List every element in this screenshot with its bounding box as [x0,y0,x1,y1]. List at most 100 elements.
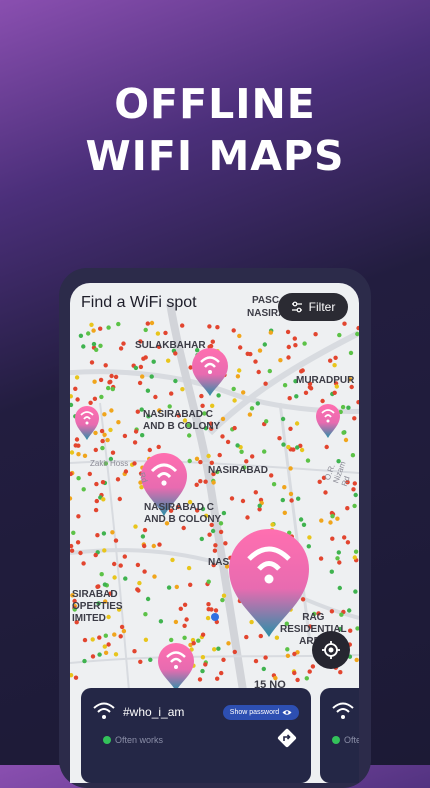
wifi-spot-dot [285,653,291,658]
wifi-spot-dot [217,452,222,458]
wifi-spot-dot [221,657,226,662]
wifi-spot-dot [335,516,340,521]
wifi-spot-dot [280,497,285,503]
wifi-spot-dot [197,677,203,682]
wifi-spot-dot [94,498,99,504]
wifi-spot-dot [112,632,117,637]
wifi-spot-dot [166,358,171,363]
wifi-spot-dot [337,332,342,338]
wifi-spot-dot [307,669,312,674]
wifi-spot-dot [235,443,240,448]
show-password-button[interactable]: Show password [223,705,299,720]
wifi-spot-dot [330,514,335,519]
wifi-spot-dot [117,496,122,502]
search-placeholder[interactable]: Find a WiFi spot [81,294,197,312]
wifi-spot-dot [255,401,260,406]
wifi-spot-dot [75,397,80,402]
wifi-spot-dot [282,383,288,388]
wifi-spot-dot [89,322,94,327]
wifi-spot-dot [182,602,188,607]
wifi-spot-dot [137,380,143,386]
wifi-spot-dot [143,327,148,333]
wifi-spot-dot [303,390,309,395]
wifi-spot-dot [138,364,144,370]
wifi-spot-dot [306,544,311,549]
wifi-spot-dot [135,409,140,414]
map-label-nas: NAS [208,557,230,568]
wifi-spot-dot [353,589,358,594]
wifi-spot-dot [219,670,224,676]
wifi-spot-dot [288,466,293,471]
wifi-spot-dot [149,320,155,326]
wifi-spot-dot [294,421,300,426]
wifi-spot-dot [122,433,128,439]
wifi-spot-dot [140,433,145,438]
map-label-sirabad: SIRABAD OPERTIES IMITED [72,589,123,625]
wifi-spot-dot [70,402,74,408]
wifi-spot-dot [256,369,261,375]
filter-button[interactable]: Filter [278,293,348,321]
wifi-spot-dot [292,336,297,341]
wifi-spot-dot [101,497,106,502]
wifi-spot-dot [194,482,199,487]
wifi-spot-dot [310,664,316,669]
wifi-spot-dot [187,458,192,464]
wifi-spot-dot [88,400,93,405]
wifi-spot-dot [199,393,204,399]
wifi-spot-dot [247,412,253,417]
wifi-spot-dot [123,576,128,581]
wifi-spot-dot [106,385,111,391]
wifi-spot-dot [156,444,161,450]
wifi-spot-dot [324,444,329,450]
my-location-button[interactable] [312,631,350,669]
map-label-nasirabad-colony-2: NASIRABAD C AND B COLONY [144,502,221,526]
wifi-spot-dot [318,556,324,561]
wifi-icon [93,702,115,719]
wifi-spot-dot [267,368,272,374]
map-screen[interactable]: SULAKBAHAR PASC NASIRA MURADPUR NASIRABA… [70,283,359,783]
wifi-spot-dot [99,428,105,434]
wifi-spot-dot [203,662,208,667]
wifi-spot-dot [145,596,151,602]
wifi-spot-dot [103,650,109,655]
map-label-line: OPERTIES [72,601,123,612]
wifi-spot-dot [212,647,217,652]
wifi-spot-dot [87,471,92,477]
wifi-spot-dot [102,548,107,553]
wifi-spot-dot [182,623,187,628]
wifi-spot-dot [180,323,185,328]
wifi-spot-dot [348,628,353,633]
wifi-spot-dot [282,485,287,490]
wifi-spot-dot [142,569,147,574]
wifi-spot-dot [304,676,309,681]
wifi-pin-3 [316,404,340,438]
wifi-spot-dot [216,646,221,651]
wifi-spot-dot [110,450,116,455]
wifi-spot-dot [132,461,137,466]
wifi-spot-dot [299,447,305,453]
filter-label: Filter [308,300,336,314]
wifi-spot-dot [320,398,325,404]
wifi-spot-dot [285,329,291,335]
wifi-spot-dot [119,624,125,630]
wifi-spot-dot [140,534,146,539]
wifi-status: Ofte [332,735,359,745]
wifi-spot-dot [174,584,179,590]
wifi-spot-dot [173,378,178,384]
headline-line-2: WIFI MAPS [85,132,345,180]
wifi-spot-dot [76,476,81,481]
directions-icon[interactable] [277,728,297,748]
wifi-spot-dot [263,381,268,386]
wifi-spot-dot [241,390,246,395]
map-label-muradpur: MURADPUR [296,375,355,386]
wifi-spot-dot [340,404,346,410]
wifi-card[interactable]: #who_i_am Show password Often works [81,688,311,783]
wifi-spot-dot [151,359,156,364]
wifi-spot-dot [221,593,227,598]
wifi-spot-dot [78,550,83,556]
wifi-spot-dot [200,632,206,637]
wifi-card-next[interactable]: Ofte [320,688,359,783]
wifi-spot-dot [76,514,81,519]
wifi-spot-dot [101,531,107,536]
wifi-spot-dot [76,452,81,457]
